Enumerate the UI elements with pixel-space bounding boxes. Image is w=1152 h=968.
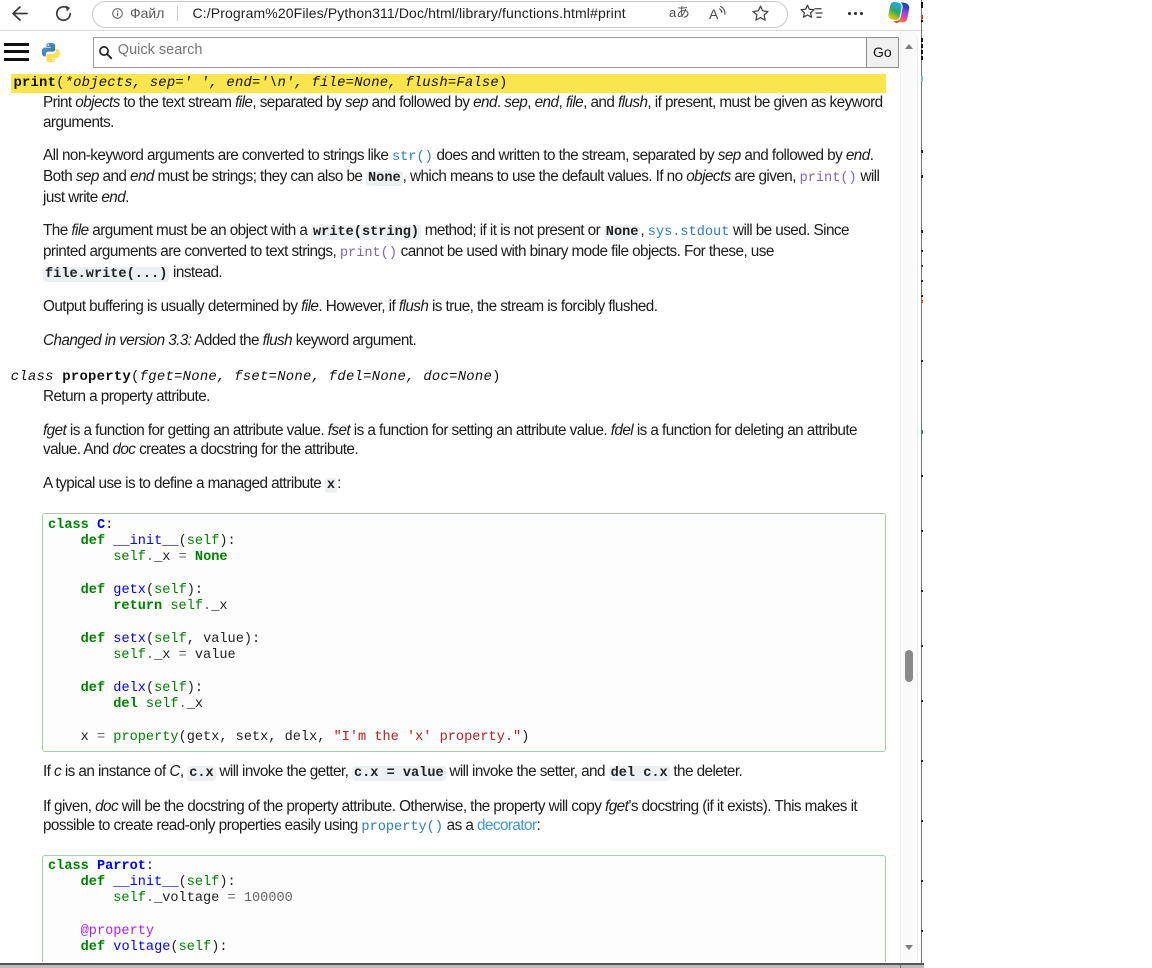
svg-text:A: A <box>709 6 719 22</box>
